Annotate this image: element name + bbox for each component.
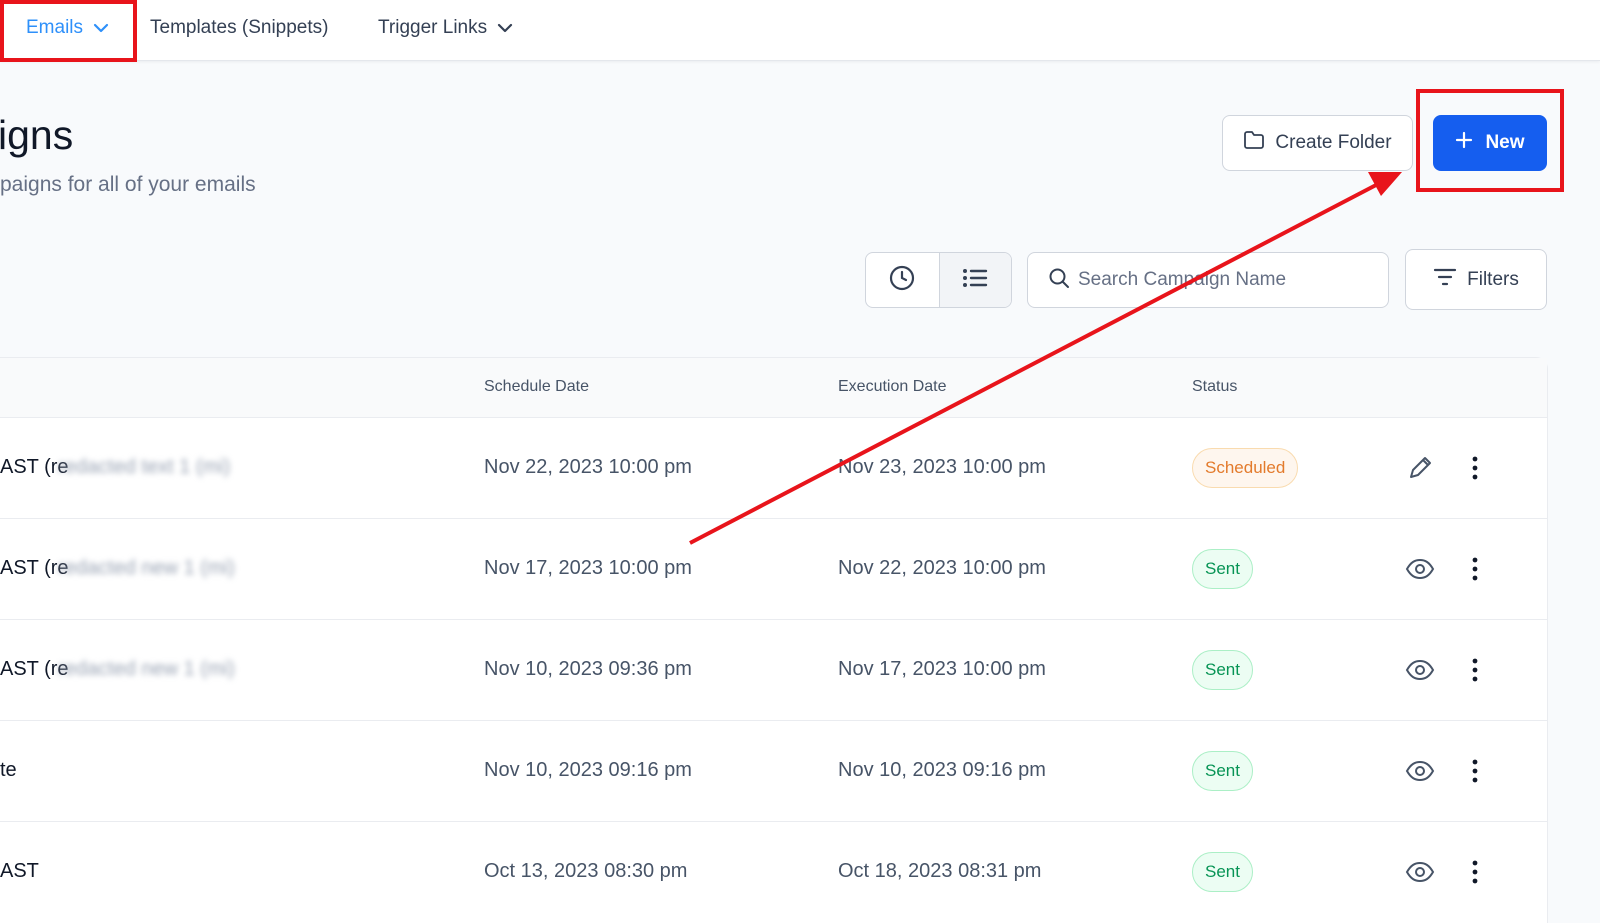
schedule-date: Nov 22, 2023 10:00 pm (484, 456, 692, 478)
column-header-status: Status (1192, 378, 1238, 395)
table-row[interactable]: AST (re redacted text 1 (mi) Nov 22, 202… (0, 418, 1547, 519)
eye-icon[interactable] (1404, 755, 1436, 787)
execution-date: Oct 18, 2023 08:31 pm (838, 860, 1042, 882)
folder-icon (1243, 130, 1265, 156)
tab-emails-label: Emails (26, 17, 84, 38)
status-badge: Scheduled (1192, 448, 1299, 488)
top-nav: Emails Templates (Snippets) Trigger Link… (0, 0, 1600, 61)
pencil-icon[interactable] (1404, 452, 1436, 484)
execution-date: Nov 23, 2023 10:00 pm (838, 456, 1046, 478)
more-options-icon[interactable] (1459, 755, 1491, 787)
list-view-button[interactable] (938, 253, 1011, 307)
execution-date: Nov 10, 2023 09:16 pm (838, 759, 1046, 781)
table-row[interactable]: AST (re redacted new 1 (mi) Nov 17, 2023… (0, 519, 1547, 620)
page-title: igns (0, 112, 74, 158)
chevron-down-icon (497, 23, 513, 33)
status-badge: Sent (1192, 751, 1253, 791)
eye-icon[interactable] (1404, 553, 1436, 585)
campaign-name[interactable]: te (0, 759, 17, 782)
search-field (1027, 252, 1389, 308)
execution-date: Nov 22, 2023 10:00 pm (838, 557, 1046, 579)
more-options-icon[interactable] (1459, 452, 1491, 484)
table-header: Schedule Date Execution Date Status (0, 358, 1547, 418)
campaign-name-redacted: redacted new 1 (mi) (58, 658, 235, 680)
tab-emails[interactable]: Emails (26, 0, 109, 56)
search-input[interactable] (1078, 269, 1368, 291)
plus-icon (1455, 131, 1473, 155)
new-button-label: New (1485, 132, 1525, 153)
filters-button[interactable]: Filters (1405, 249, 1547, 310)
new-button[interactable]: New (1433, 115, 1547, 171)
campaign-name-redacted: redacted new 1 (mi) (58, 557, 235, 579)
status-badge: Sent (1192, 650, 1253, 690)
tab-templates-label: Templates (Snippets) (150, 17, 329, 38)
column-header-schedule-date: Schedule Date (484, 378, 589, 395)
status-badge: Sent (1192, 852, 1253, 892)
chevron-down-icon (93, 23, 109, 33)
table-row[interactable]: te Nov 10, 2023 09:16 pm Nov 10, 2023 09… (0, 721, 1547, 822)
more-options-icon[interactable] (1459, 856, 1491, 888)
search-icon (1048, 267, 1070, 294)
campaign-name[interactable]: AST (0, 860, 39, 883)
schedule-date: Nov 10, 2023 09:36 pm (484, 658, 692, 680)
column-header-execution-date: Execution Date (838, 378, 947, 395)
tab-trigger-links-label: Trigger Links (378, 17, 488, 38)
create-folder-label: Create Folder (1275, 132, 1392, 153)
eye-icon[interactable] (1404, 654, 1436, 686)
view-toggle (865, 252, 1012, 308)
schedule-date: Oct 13, 2023 08:30 pm (484, 860, 688, 882)
page-subtitle: paigns for all of your emails (0, 173, 256, 196)
calendar-view-button[interactable] (866, 253, 939, 307)
schedule-date: Nov 17, 2023 10:00 pm (484, 557, 692, 579)
filter-icon (1433, 268, 1457, 292)
table-row[interactable]: AST Oct 13, 2023 08:30 pm Oct 18, 2023 0… (0, 822, 1547, 923)
create-folder-button[interactable]: Create Folder (1222, 115, 1413, 171)
execution-date: Nov 17, 2023 10:00 pm (838, 658, 1046, 680)
schedule-date: Nov 10, 2023 09:16 pm (484, 759, 692, 781)
list-icon (962, 267, 988, 294)
status-badge: Sent (1192, 549, 1253, 589)
tab-templates[interactable]: Templates (Snippets) (150, 0, 328, 56)
eye-icon[interactable] (1404, 856, 1436, 888)
campaigns-table: Schedule Date Execution Date Status AST … (0, 357, 1548, 923)
clock-icon (888, 264, 916, 297)
more-options-icon[interactable] (1459, 654, 1491, 686)
campaign-name-redacted: redacted text 1 (mi) (58, 456, 231, 478)
filters-label: Filters (1467, 268, 1519, 290)
more-options-icon[interactable] (1459, 553, 1491, 585)
table-row[interactable]: AST (re redacted new 1 (mi) Nov 10, 2023… (0, 620, 1547, 721)
tab-trigger-links[interactable]: Trigger Links (378, 0, 513, 56)
